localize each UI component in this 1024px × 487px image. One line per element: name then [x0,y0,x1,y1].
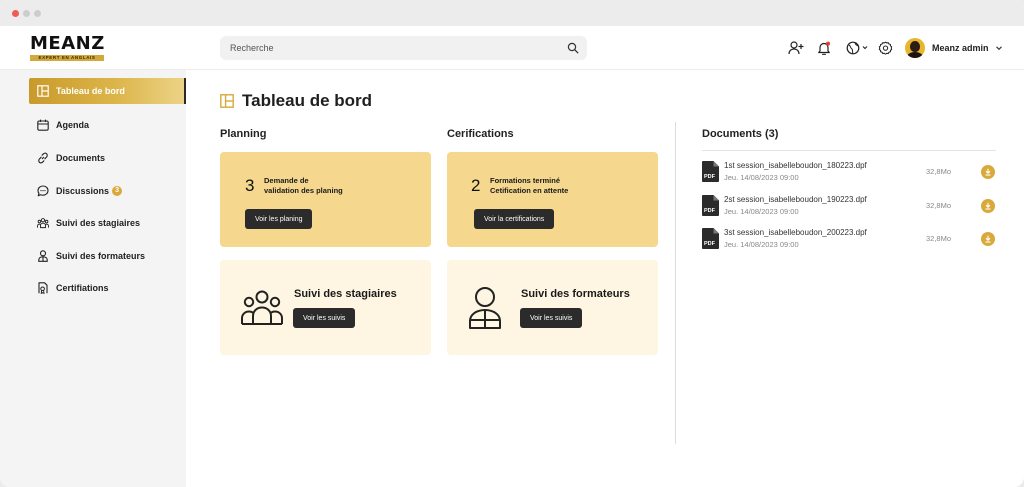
chevron-down-icon [995,46,1002,51]
brand-tagline: EXPERT EN ANGLAIS [30,55,104,61]
app-window: MEANZ EXPERT EN ANGLAIS Recherche Meanz … [0,0,1024,487]
language-selector[interactable] [845,38,871,58]
sidebar-item-label: Suivi des formateurs [56,251,146,261]
user-menu[interactable]: Meanz admin [905,37,1003,59]
planning-line1: Demande de [264,176,309,185]
search-input[interactable] [220,36,550,60]
top-bar: MEANZ EXPERT EN ANGLAIS Recherche Meanz … [0,26,1024,70]
search-icon[interactable] [567,42,579,54]
calendar-icon [37,119,49,131]
close-window-button[interactable] [12,10,19,17]
page-title: Tableau de bord [242,91,373,110]
sidebar-item-label: Agenda [56,120,90,130]
page-header: Tableau de bord [220,91,372,111]
document-size: 32,8Mo [926,201,952,210]
user-name: Meanz admin [932,43,989,53]
view-stagiaires-button[interactable]: Voir les suivis [293,308,356,328]
document-date: Jeu. 14/08/2023 09:00 [724,207,799,216]
bell-icon[interactable] [814,38,834,58]
view-certifications-button[interactable]: Voir la certifications [474,209,555,229]
pdf-label: PDF [704,208,716,214]
documents-divider [702,150,996,151]
document-row[interactable]: PDF 2st session_isabelleboudon_190223.dp… [702,195,998,221]
person-icon [37,250,49,262]
sidebar-item-suivi-formateurs[interactable]: Suivi des formateurs [29,243,186,269]
certifications-description: Formations terminé Cetification en atten… [490,176,568,196]
planning-count: 3 [245,176,255,195]
planning-description: Demande de validation des planing [264,176,343,196]
document-row[interactable]: PDF 3st session_isabelleboudon_200223.dp… [702,228,998,254]
formateurs-title: Suivi des formateurs [521,288,630,300]
link-icon [37,152,49,164]
brand-name: MEANZ [30,33,105,54]
group-icon [37,217,49,229]
view-planning-button[interactable]: Voir les planing [245,209,313,229]
stagiaires-title: Suivi des stagiaires [294,288,397,300]
pdf-label: PDF [704,241,716,247]
certificate-icon [37,282,49,294]
dashboard-icon [220,94,234,108]
avatar [905,38,925,58]
sidebar-item-dashboard[interactable]: Tableau de bord [29,78,186,104]
gear-icon[interactable] [875,38,895,58]
pdf-file-icon: PDF [702,161,719,182]
certifications-line1: Formations terminé [490,176,561,185]
notification-dot [826,41,830,46]
pdf-label: PDF [704,174,716,180]
download-icon[interactable] [981,232,995,246]
sidebar: Tableau de bord Agenda Documents Discuss… [0,70,186,487]
formateurs-card: Suivi des formateurs Voir les suivis [447,260,658,355]
notification-badge: 3 [112,186,123,196]
download-icon[interactable] [981,165,995,179]
documents-title: Documents (3) [702,128,779,140]
certifications-line2: Cetification en attente [490,186,569,195]
document-row[interactable]: PDF 1st session_isabelleboudon_180223.dp… [702,161,998,187]
sidebar-item-label: Suivi des stagiaires [56,218,141,228]
sidebar-item-label: Documents [56,153,106,163]
stagiaires-card: Suivi des stagiaires Voir les suivis [220,260,431,355]
pdf-file-icon: PDF [702,228,719,249]
sidebar-item-label: Tableau de bord [56,86,125,96]
sidebar-item-agenda[interactable]: Agenda [29,112,186,138]
search-bar [220,36,587,60]
globe-icon [846,41,868,55]
certifications-card: 2 Formations terminé Cetification en att… [447,152,658,247]
sidebar-item-documents[interactable]: Documents [29,145,186,171]
certifications-section-title: Cerifications [447,128,514,140]
sidebar-item-label: Certifiations [56,283,109,293]
planning-section-title: Planning [220,128,267,140]
person-icon [469,287,501,329]
sidebar-item-discussions[interactable]: Discussions 3 [29,178,186,204]
planning-line2: validation des planing [264,186,343,195]
document-name: 1st session_isabelleboudon_180223.dpf [724,161,867,170]
view-formateurs-button[interactable]: Voir les suivis [520,308,583,328]
document-name: 2st session_isabelleboudon_190223.dpf [724,195,867,204]
planning-card: 3 Demande de validation des planing Voir… [220,152,431,247]
certifications-count: 2 [471,176,481,195]
document-date: Jeu. 14/08/2023 09:00 [724,173,799,182]
document-size: 32,8Mo [926,167,952,176]
window-titlebar [0,0,1024,26]
group-icon [241,290,283,325]
brand-logo[interactable]: MEANZ EXPERT EN ANGLAIS [30,35,110,61]
content-divider [675,122,676,444]
document-name: 3st session_isabelleboudon_200223.dpf [724,228,867,237]
minimize-window-button[interactable] [23,10,30,17]
sidebar-item-suivi-stagiaires[interactable]: Suivi des stagiaires [29,210,186,236]
pdf-file-icon: PDF [702,195,719,216]
sidebar-item-label: Discussions [56,186,110,196]
document-date: Jeu. 14/08/2023 09:00 [724,240,799,249]
maximize-window-button[interactable] [34,10,41,17]
dashboard-icon [37,85,49,97]
download-icon[interactable] [981,199,995,213]
chat-icon [37,185,49,197]
sidebar-item-certifications[interactable]: Certifiations [29,275,186,301]
add-user-icon[interactable] [786,38,806,58]
document-size: 32,8Mo [926,234,952,243]
